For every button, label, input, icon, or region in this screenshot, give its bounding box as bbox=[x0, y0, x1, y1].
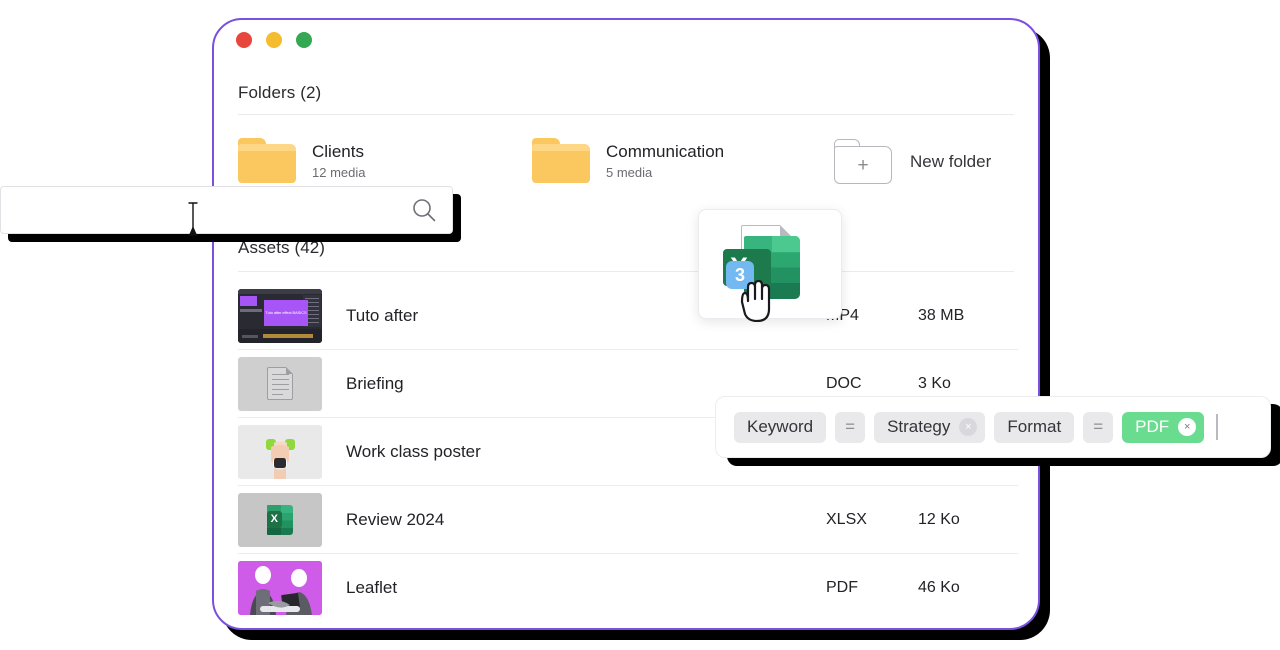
folder-meta: Communication 5 media bbox=[606, 141, 724, 179]
folders-divider bbox=[238, 114, 1014, 115]
new-folder-icon: + bbox=[834, 139, 892, 184]
maximize-window-button[interactable] bbox=[296, 32, 312, 48]
asset-type: PDF bbox=[826, 579, 858, 596]
excel-icon: X bbox=[267, 504, 293, 535]
filter-value-strategy[interactable]: Strategy × bbox=[874, 411, 986, 443]
window-traffic-lights bbox=[236, 32, 312, 48]
folder-meta: Clients 12 media bbox=[312, 141, 365, 179]
minimize-window-button[interactable] bbox=[266, 32, 282, 48]
remove-chip-icon[interactable]: × bbox=[1178, 418, 1197, 436]
asset-size: 12 Ko bbox=[918, 510, 960, 528]
folder-name: Communication bbox=[606, 142, 725, 162]
excel-x-letter: X bbox=[267, 511, 282, 528]
excel-file-thumbnail: X bbox=[238, 492, 322, 547]
filter-value-pdf[interactable]: PDF × bbox=[1122, 411, 1205, 443]
filter-value-label: PDF bbox=[1135, 417, 1170, 436]
remove-chip-icon[interactable]: × bbox=[959, 418, 978, 436]
close-window-button[interactable] bbox=[236, 32, 252, 48]
asset-size: 38 MB bbox=[918, 306, 965, 324]
new-folder-label: New folder bbox=[910, 151, 992, 171]
filter-field-format[interactable]: Format bbox=[994, 411, 1075, 443]
filter-query-bar[interactable]: Keyword = Strategy × Format = PDF × bbox=[715, 396, 1271, 458]
asset-name: Briefing bbox=[346, 373, 404, 393]
filter-text-caret bbox=[1216, 414, 1219, 440]
drag-preview-card: X 3 bbox=[698, 209, 842, 323]
filter-value-label: Strategy bbox=[887, 417, 951, 436]
hand-dumbbell-photo-thumbnail bbox=[238, 424, 322, 479]
folder-card-communication[interactable]: Communication 5 media bbox=[532, 138, 724, 183]
assets-divider bbox=[238, 271, 1014, 272]
folder-icon bbox=[532, 138, 590, 183]
table-row[interactable]: Tuto after effect BASICS Tuto after MP4 … bbox=[238, 282, 1018, 350]
asset-name: Review 2024 bbox=[346, 509, 445, 529]
handshake-photo-thumbnail bbox=[238, 561, 322, 615]
text-cursor-icon bbox=[187, 200, 199, 238]
new-folder-button[interactable]: + New folder bbox=[834, 139, 991, 184]
handshake-illustration bbox=[238, 561, 322, 615]
plus-icon: + bbox=[857, 154, 869, 176]
asset-name: Leaflet bbox=[346, 578, 398, 597]
folders-section-title: Folders (2) bbox=[238, 83, 322, 102]
asset-size: 3 Ko bbox=[918, 374, 951, 392]
folder-icon bbox=[238, 138, 296, 183]
folder-count: 5 media bbox=[606, 164, 653, 180]
after-effects-screenshot-thumbnail: Tuto after effect BASICS bbox=[238, 288, 322, 343]
search-icon[interactable] bbox=[396, 197, 452, 223]
grab-hand-cursor-icon bbox=[733, 272, 779, 323]
table-row[interactable]: Leaflet PDF 46 Ko bbox=[238, 554, 1018, 622]
asset-type: DOC bbox=[826, 374, 862, 392]
asset-type: XLSX bbox=[826, 510, 867, 528]
document-placeholder-thumbnail bbox=[238, 356, 322, 411]
filter-operator-equals-2[interactable]: = bbox=[1083, 411, 1114, 443]
folder-count: 12 media bbox=[312, 164, 366, 180]
table-row[interactable]: X Review 2024 XLSX 12 Ko bbox=[238, 486, 1018, 554]
thumbnail-caption: Tuto after effect BASICS bbox=[265, 310, 307, 315]
screenshot-root: Folders (2) Clients 12 media Communicati… bbox=[0, 0, 1280, 650]
filter-field-keyword[interactable]: Keyword bbox=[734, 411, 827, 443]
folder-name: Clients bbox=[312, 142, 364, 162]
app-window: Folders (2) Clients 12 media Communicati… bbox=[212, 18, 1040, 630]
asset-size: 46 Ko bbox=[918, 579, 960, 596]
folder-card-clients[interactable]: Clients 12 media bbox=[238, 138, 365, 183]
dumbbell-hand-illustration bbox=[238, 424, 322, 479]
filter-operator-equals[interactable]: = bbox=[835, 411, 866, 443]
search-box[interactable] bbox=[0, 186, 453, 234]
